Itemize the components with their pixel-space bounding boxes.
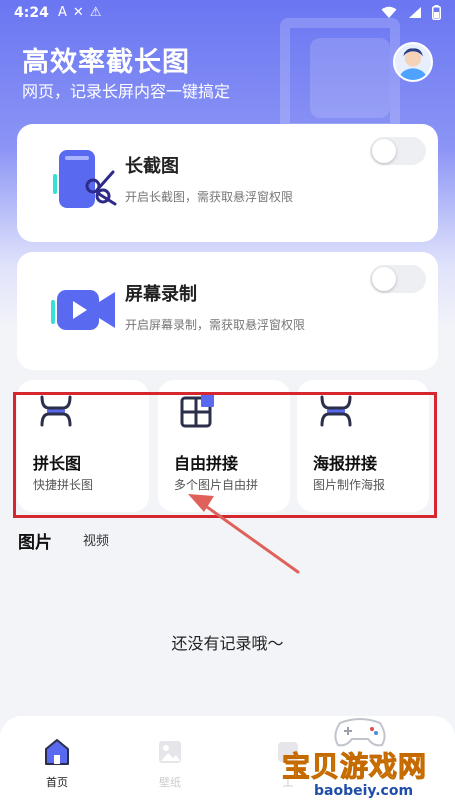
nav-home[interactable]: 首页 <box>27 738 87 790</box>
highlight-annotation-box <box>13 392 437 518</box>
avatar-icon <box>398 48 428 80</box>
system-icons <box>381 4 441 20</box>
nav-home-label: 首页 <box>46 776 68 789</box>
long-screenshot-card[interactable]: 长截图 开启长截图，需获取悬浮窗权限 <box>17 124 438 242</box>
home-icon <box>45 739 69 765</box>
long-screenshot-toggle[interactable] <box>370 137 426 165</box>
app-title: 高效率截长图 <box>22 47 190 78</box>
app-subtitle: 网页，记录长屏内容一键搞定 <box>22 82 231 101</box>
site-watermark: 宝贝游戏网 baobeiy.com <box>270 705 455 810</box>
tab-images[interactable]: 图片 <box>18 528 52 553</box>
notification-icons: A✕⚠ <box>58 5 107 20</box>
media-tabs: 图片 视频 <box>18 528 218 553</box>
long-screenshot-desc: 开启长截图，需获取悬浮窗权限 <box>125 190 294 204</box>
screen-recording-title: 屏幕录制 <box>125 284 197 305</box>
nav-wallpaper[interactable]: 壁纸 <box>140 738 200 790</box>
video-camera-icon <box>51 290 115 330</box>
wallpaper-icon <box>159 741 181 763</box>
watermark-text: 宝贝游戏网 <box>281 750 428 784</box>
wifi-icon <box>381 6 397 18</box>
status-time: 4:24 <box>14 5 49 21</box>
battery-icon <box>432 4 441 20</box>
warning-icon: ⚠ <box>89 5 108 20</box>
status-bar: 4:24 A✕⚠ <box>0 0 455 28</box>
signal-icon <box>408 6 421 18</box>
phone-scissors-icon <box>53 150 117 208</box>
screen-recording-card[interactable]: 屏幕录制 开启屏幕录制，需获取悬浮窗权限 <box>17 252 438 370</box>
toggle-knob <box>372 267 396 291</box>
gamepad-icon <box>334 718 386 747</box>
user-avatar[interactable] <box>393 42 433 82</box>
app-a-icon: A <box>58 5 73 20</box>
screen-recording-desc: 开启屏幕录制，需获取悬浮窗权限 <box>125 318 306 332</box>
long-screenshot-title: 长截图 <box>125 156 179 177</box>
link-icon: ✕ <box>72 5 90 20</box>
screen-recording-toggle[interactable] <box>370 265 426 293</box>
empty-state-message: 还没有记录哦～ <box>171 634 284 653</box>
hero-decoration-inner <box>310 38 390 118</box>
toggle-knob <box>372 139 396 163</box>
watermark-url: baobeiy.com <box>310 783 418 799</box>
tab-videos[interactable]: 视频 <box>83 530 109 549</box>
nav-wallpaper-label: 壁纸 <box>159 776 181 789</box>
